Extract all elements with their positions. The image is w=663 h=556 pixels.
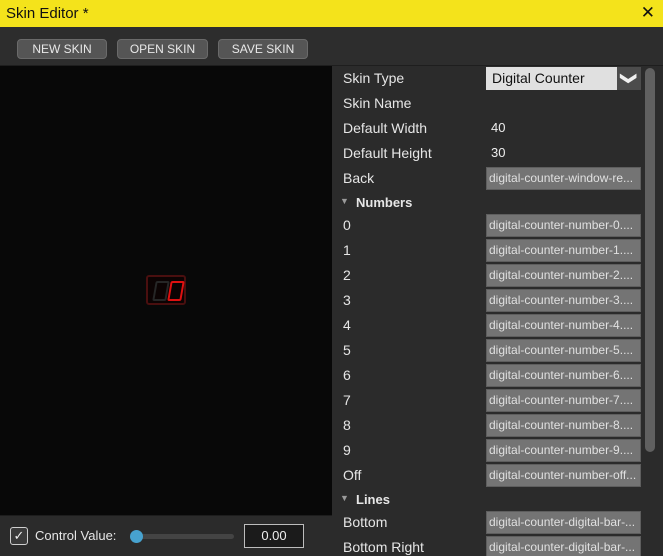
prop-row-skin-type: Skin Type Digital Counter ❯ <box>332 66 642 91</box>
prop-label: 0 <box>343 217 351 233</box>
collapse-triangle-icon[interactable]: ▼ <box>340 196 349 206</box>
prop-label: Bottom Right <box>343 539 424 555</box>
prop-label: 6 <box>343 367 351 383</box>
number-image-field[interactable]: digital-counter-number-1.... <box>486 239 641 262</box>
prop-label: 2 <box>343 267 351 283</box>
properties-panel: Skin Type Digital Counter ❯ Skin Name De… <box>332 66 663 556</box>
number-image-field[interactable]: digital-counter-number-9.... <box>486 439 641 462</box>
prop-label: 1 <box>343 242 351 258</box>
control-value-label: Control Value: <box>35 528 117 543</box>
skin-type-select[interactable]: Digital Counter ❯ <box>486 67 641 90</box>
prop-row-number: 8 digital-counter-number-8.... <box>332 413 642 438</box>
section-header-lines[interactable]: ▼ Lines <box>332 487 642 512</box>
prop-row-line: Bottom Right digital-counter-digital-bar… <box>332 535 642 556</box>
prop-label: 8 <box>343 417 351 433</box>
prop-row-number: 1 digital-counter-number-1.... <box>332 238 642 263</box>
skin-preview-canvas <box>0 66 332 515</box>
prop-row-default-width: Default Width 40 <box>332 116 642 141</box>
close-icon[interactable]: ✕ <box>641 3 655 23</box>
collapse-triangle-icon[interactable]: ▼ <box>340 493 349 503</box>
toolbar: NEW SKIN OPEN SKIN SAVE SKIN <box>0 27 663 66</box>
prop-label: Skin Name <box>343 95 412 111</box>
prop-label: Back <box>343 170 375 186</box>
control-value-slider[interactable] <box>130 530 234 543</box>
prop-row-number: 4 digital-counter-number-4.... <box>332 313 642 338</box>
save-skin-button[interactable]: SAVE SKIN <box>218 39 308 59</box>
prop-label: 3 <box>343 292 351 308</box>
prop-label: 5 <box>343 342 351 358</box>
scrollbar-thumb[interactable] <box>645 68 655 452</box>
section-header-numbers[interactable]: ▼ Numbers <box>332 190 642 215</box>
slider-handle[interactable] <box>130 530 143 543</box>
window-title: Skin Editor * <box>6 5 89 22</box>
section-title: Numbers <box>356 195 413 210</box>
control-value-input[interactable]: 0.00 <box>244 524 304 548</box>
prop-row-number-off: Off digital-counter-number-off... <box>332 463 642 488</box>
back-image-field[interactable]: digital-counter-window-re... <box>486 167 641 190</box>
prop-label: Skin Type <box>343 70 405 86</box>
skin-name-field[interactable] <box>489 92 644 115</box>
number-image-field[interactable]: digital-counter-number-5.... <box>486 339 641 362</box>
prop-row-number: 6 digital-counter-number-6.... <box>332 363 642 388</box>
number-image-field[interactable]: digital-counter-number-7.... <box>486 389 641 412</box>
line-image-field[interactable]: digital-counter-digital-bar-... <box>486 536 641 556</box>
number-image-field[interactable]: digital-counter-number-2.... <box>486 264 641 287</box>
number-image-field[interactable]: digital-counter-number-off... <box>486 464 641 487</box>
chevron-down-icon[interactable]: ❯ <box>617 67 641 90</box>
number-image-field[interactable]: digital-counter-number-4.... <box>486 314 641 337</box>
default-height-field[interactable]: 30 <box>489 142 644 165</box>
prop-label: 4 <box>343 317 351 333</box>
prop-label: Default Width <box>343 120 428 136</box>
prop-label: Default Height <box>343 145 432 161</box>
prop-label: Bottom <box>343 514 388 530</box>
prop-label: 9 <box>343 442 351 458</box>
number-image-field[interactable]: digital-counter-number-8.... <box>486 414 641 437</box>
prop-label: Off <box>343 467 362 483</box>
prop-row-number: 9 digital-counter-number-9.... <box>332 438 642 463</box>
prop-label: 7 <box>343 392 351 408</box>
digital-counter-preview <box>146 275 186 305</box>
control-value-checkbox[interactable]: ✓ <box>10 527 28 545</box>
new-skin-button[interactable]: NEW SKIN <box>17 39 107 59</box>
number-image-field[interactable]: digital-counter-number-0.... <box>486 214 641 237</box>
section-title: Lines <box>356 492 390 507</box>
prop-row-number: 7 digital-counter-number-7.... <box>332 388 642 413</box>
open-skin-button[interactable]: OPEN SKIN <box>117 39 208 59</box>
prop-row-line: Bottom digital-counter-digital-bar-... <box>332 510 642 535</box>
prop-row-default-height: Default Height 30 <box>332 141 642 166</box>
prop-row-skin-name: Skin Name <box>332 91 642 116</box>
prop-row-number: 0 digital-counter-number-0.... <box>332 213 642 238</box>
number-image-field[interactable]: digital-counter-number-3.... <box>486 289 641 312</box>
number-image-field[interactable]: digital-counter-number-6.... <box>486 364 641 387</box>
prop-row-back: Back digital-counter-window-re... <box>332 166 642 191</box>
counter-digit-zero <box>167 281 185 301</box>
prop-row-number: 2 digital-counter-number-2.... <box>332 263 642 288</box>
control-value-bar: ✓ Control Value: 0.00 <box>0 515 332 556</box>
properties-scrollbar[interactable] <box>641 66 663 556</box>
line-image-field[interactable]: digital-counter-digital-bar-... <box>486 511 641 534</box>
chevron-glyph: ❯ <box>620 71 638 86</box>
prop-row-number: 3 digital-counter-number-3.... <box>332 288 642 313</box>
skin-type-value: Digital Counter <box>492 70 585 86</box>
default-width-field[interactable]: 40 <box>489 117 644 140</box>
prop-row-number: 5 digital-counter-number-5.... <box>332 338 642 363</box>
title-bar: Skin Editor * ✕ <box>0 0 663 27</box>
